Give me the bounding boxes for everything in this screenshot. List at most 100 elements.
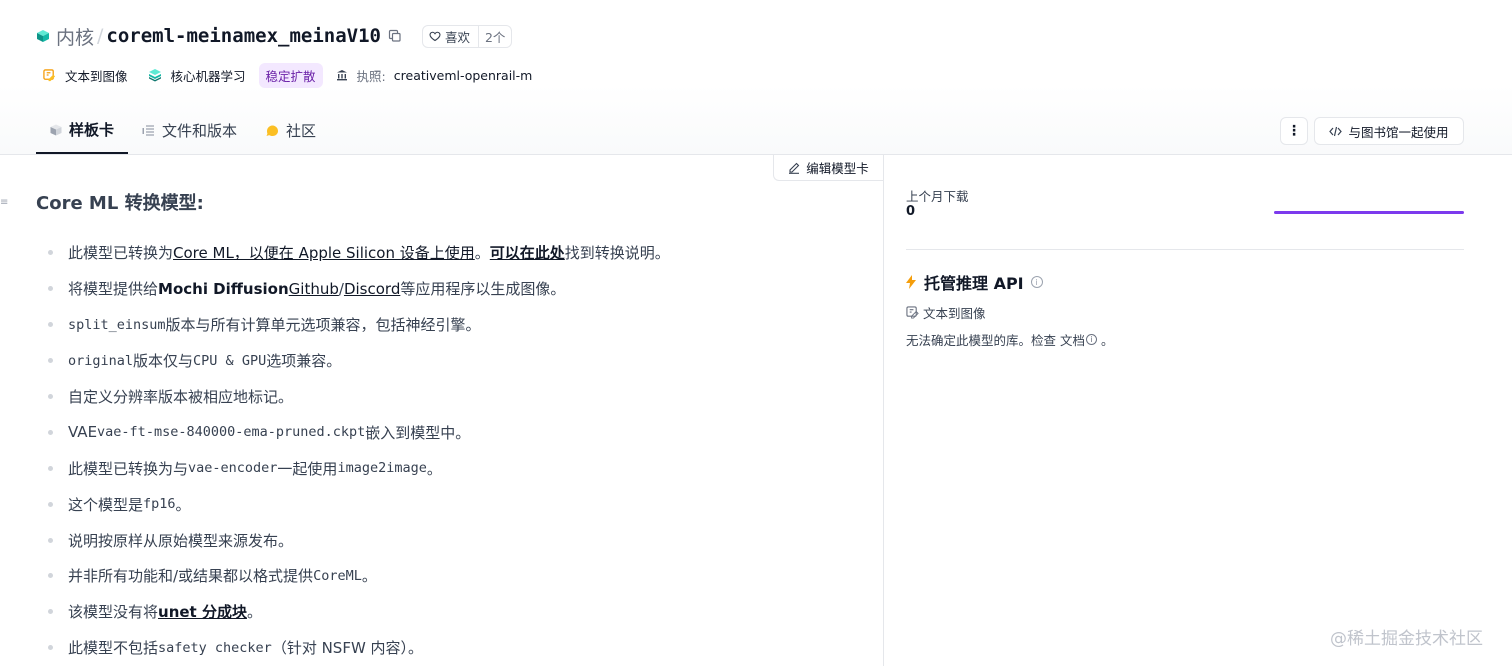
- code-text: split_einsum: [68, 316, 166, 333]
- org-link[interactable]: 内核: [56, 23, 94, 50]
- text: 说明按原样从原始模型来源发布。: [68, 531, 294, 550]
- inference-api-title: 托管推理 API i: [906, 270, 1043, 294]
- coreml-icon: [148, 69, 161, 82]
- tab-bar: 样板卡 文件和版本 社区: [36, 107, 330, 155]
- text: 并非所有功能和/或结果都以格式提供: [68, 567, 314, 586]
- tab-model-card-label: 样板卡: [69, 121, 115, 139]
- toc-icon[interactable]: ≡: [0, 197, 8, 208]
- text: 版本与所有计算单元选项兼容，包括神经引擎。: [165, 316, 481, 335]
- text: 该模型没有将: [68, 603, 159, 622]
- tags-row: 文本到图像 核心机器学习 稳定扩散 执照: creativeml-openrai…: [36, 62, 539, 88]
- text: 此模型已转换为与: [68, 459, 189, 478]
- bank-icon: [336, 70, 347, 81]
- text: 将模型提供给: [68, 280, 159, 299]
- text: 此模型不包括: [68, 639, 159, 658]
- inference-note-text: 无法确定此模型的库。检查 文档: [906, 333, 1085, 348]
- text-to-image-icon: [43, 68, 56, 81]
- org-cube-icon: [37, 30, 49, 42]
- list-item: 说明按原样从原始模型来源发布。: [48, 522, 670, 558]
- list-item: 并非所有功能和/或结果都以格式提供 CoreML。: [48, 558, 670, 594]
- list-item: split_einsum 版本与所有计算单元选项兼容，包括神经引擎。: [48, 307, 670, 343]
- like-button[interactable]: 喜欢: [423, 26, 478, 47]
- tag-library-label: 核心机器学习: [170, 68, 246, 84]
- text: 选项兼容。: [266, 352, 342, 371]
- list-item: 这个模型是 fp16。: [48, 486, 670, 522]
- tag-task[interactable]: 文本到图像: [36, 63, 135, 88]
- text: 。: [426, 459, 442, 478]
- model-name[interactable]: coreml-meinamex_meinaV10: [106, 25, 381, 47]
- code-text: safety checker: [158, 639, 272, 656]
- breadcrumb-slash: /: [97, 25, 104, 47]
- tab-files-versions[interactable]: 文件和版本: [128, 107, 251, 154]
- license-label: 执照:: [356, 68, 386, 84]
- community-icon: [266, 125, 279, 136]
- code-text: CoreML: [313, 567, 362, 584]
- text: 找到转换说明。: [564, 244, 670, 263]
- coreml-apple-link[interactable]: Core ML，以便在 Apple Silicon 设备上使用: [173, 242, 475, 263]
- tag-category[interactable]: 稳定扩散: [258, 62, 323, 88]
- docs-info-icon[interactable]: i: [1085, 334, 1097, 345]
- text: 等应用程序以生成图像。: [400, 280, 566, 299]
- cube-icon: [50, 124, 62, 135]
- code-text: vae-encoder: [188, 460, 278, 477]
- text: 这个模型是: [68, 495, 144, 514]
- more-options-button[interactable]: ⋮: [1280, 117, 1308, 145]
- list-item: 此模型已转换为与 vae-encoder 一起使用 image2image。: [48, 450, 670, 486]
- list-item: original 版本仅与 CPU & GPU 选项兼容。: [48, 343, 670, 379]
- tab-community[interactable]: 社区: [251, 107, 330, 154]
- text: 。: [246, 603, 262, 622]
- text: 此模型已转换为: [68, 244, 174, 263]
- tab-community-label: 社区: [286, 122, 317, 140]
- code-text: CPU & GPU: [193, 352, 267, 369]
- code-text: fp16: [143, 496, 176, 513]
- files-icon: [142, 124, 155, 136]
- inference-note: 无法确定此模型的库。检查 文档 i 。: [906, 330, 1114, 349]
- inference-note-end: 。: [1100, 333, 1114, 348]
- discord-link[interactable]: Discord: [344, 280, 400, 298]
- text: 版本仅与: [133, 352, 194, 371]
- unet-chunks-link[interactable]: unet 分成块: [158, 601, 247, 622]
- copy-icon[interactable]: [388, 29, 402, 43]
- tag-task-label: 文本到图像: [65, 68, 128, 84]
- text: 。: [175, 495, 191, 514]
- list-item: 此模型已转换为 Core ML，以便在 Apple Silicon 设备上使用。可…: [48, 235, 670, 271]
- downloads-sparkline: [1274, 211, 1464, 214]
- use-with-library-label: 与图书馆一起使用: [1348, 124, 1449, 140]
- code-icon: [1329, 126, 1343, 136]
- text: VAE: [68, 423, 98, 442]
- model-header: 内核 / coreml-meinamex_meinaV10 喜欢 2个 文本到图…: [0, 0, 1512, 155]
- list-item: 此模型不包括 safety checker （针对 NSFW 内容）。: [48, 630, 670, 666]
- edit-model-card-label: 编辑模型卡: [806, 161, 869, 176]
- info-icon[interactable]: i: [1030, 276, 1043, 288]
- like-box: 喜欢 2个: [421, 24, 513, 48]
- text: 自定义分辨率版本被相应地标记。: [68, 388, 294, 406]
- text: 。: [361, 567, 377, 586]
- tab-files-label: 文件和版本: [162, 122, 238, 140]
- list-item: 自定义分辨率版本被相应地标记。: [48, 379, 670, 415]
- list-item: 该模型没有将 unet 分成块。: [48, 594, 670, 630]
- code-text: image2image: [337, 460, 427, 477]
- downloads-label: 上个月下载: [906, 189, 969, 204]
- edit-model-card-button[interactable]: 编辑模型卡: [773, 155, 883, 181]
- use-with-library-button[interactable]: 与图书馆一起使用: [1314, 117, 1464, 145]
- tag-license[interactable]: 执照: creativeml-openrail-m: [329, 63, 540, 88]
- tag-library[interactable]: 核心机器学习: [141, 63, 253, 88]
- github-link[interactable]: Github: [289, 280, 339, 298]
- tab-model-card[interactable]: 样板卡: [36, 107, 129, 154]
- text-to-image-icon: [906, 306, 919, 319]
- text: 嵌入到模型中。: [365, 423, 471, 442]
- code-text: vae-ft-mse-840000-ema-pruned.ckpt: [97, 424, 366, 441]
- text: 一起使用: [277, 459, 338, 478]
- inference-api-title-text: 托管推理 API: [924, 274, 1024, 293]
- heart-icon: [429, 31, 441, 42]
- content-title: Core ML 转换模型:: [36, 193, 204, 214]
- list-item: 将模型提供给 Mochi Diffusion Github / Discord 等应…: [48, 271, 670, 307]
- downloads-value: 0: [906, 204, 916, 219]
- tag-category-label: 稳定扩散: [265, 68, 316, 84]
- instructions-link[interactable]: 可以在此处: [490, 242, 565, 263]
- right-divider: [906, 249, 1464, 250]
- code-text: original: [68, 352, 134, 369]
- title-row: 内核 / coreml-meinamex_meinaV10 喜欢 2个: [36, 22, 513, 50]
- like-label: 喜欢: [444, 29, 470, 45]
- like-count[interactable]: 2个: [477, 25, 511, 47]
